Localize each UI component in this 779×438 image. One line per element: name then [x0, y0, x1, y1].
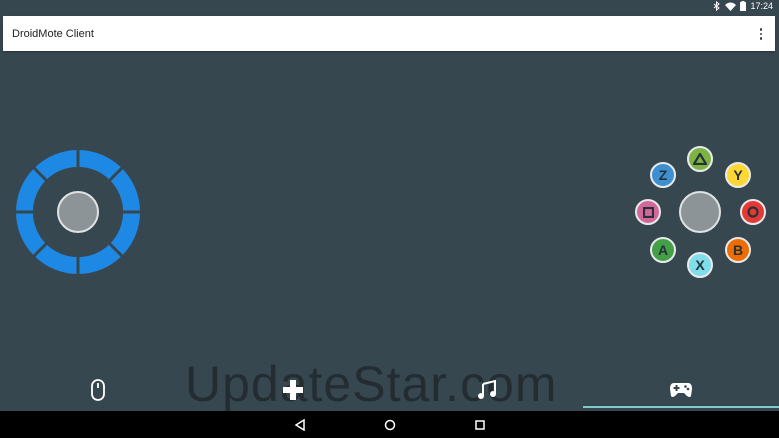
mouse-icon	[91, 379, 105, 401]
x-button-label: X	[695, 257, 705, 273]
b-button[interactable]: B	[725, 237, 751, 263]
square-icon	[642, 206, 654, 218]
triangle-button[interactable]	[687, 146, 713, 172]
gamepad-icon	[670, 383, 692, 397]
bottom-tab-bar	[0, 370, 779, 410]
back-icon	[295, 419, 305, 431]
b-button-label: B	[732, 242, 744, 258]
circle-button[interactable]	[740, 199, 766, 225]
a-button[interactable]: A	[650, 237, 676, 263]
wifi-icon	[725, 2, 737, 11]
y-button[interactable]: Y	[725, 162, 751, 188]
z-button[interactable]: Z	[650, 162, 676, 188]
square-button[interactable]	[635, 199, 661, 225]
z-button-label: Z	[658, 167, 668, 183]
x-button[interactable]: X	[687, 252, 713, 278]
app-toolbar: DroidMote Client	[3, 16, 775, 51]
gamepad-center	[679, 191, 721, 233]
overflow-menu-icon[interactable]	[755, 25, 767, 43]
recents-button[interactable]	[470, 415, 490, 435]
a-button-label: A	[657, 242, 669, 258]
status-bar: 17:24	[0, 0, 779, 14]
back-button[interactable]	[290, 415, 310, 435]
music-icon	[477, 380, 496, 399]
tab-dpad[interactable]	[196, 370, 390, 410]
dpad-icon	[283, 380, 303, 400]
y-button-label: Y	[733, 167, 743, 183]
home-button[interactable]	[380, 415, 400, 435]
joystick[interactable]	[14, 148, 142, 276]
joystick-knob[interactable]	[57, 191, 99, 233]
active-tab-indicator	[583, 406, 779, 408]
bluetooth-icon	[713, 1, 721, 11]
tab-music[interactable]	[390, 370, 583, 410]
battery-icon	[740, 1, 747, 11]
tab-gamepad[interactable]	[583, 370, 779, 410]
triangle-icon	[693, 153, 707, 165]
app-title: DroidMote Client	[12, 28, 94, 40]
navigation-bar	[0, 411, 779, 438]
recents-icon	[475, 420, 485, 430]
circle-icon	[747, 206, 759, 218]
home-icon	[384, 419, 396, 431]
status-time: 17:24	[750, 1, 773, 11]
tab-mouse[interactable]	[0, 370, 196, 410]
